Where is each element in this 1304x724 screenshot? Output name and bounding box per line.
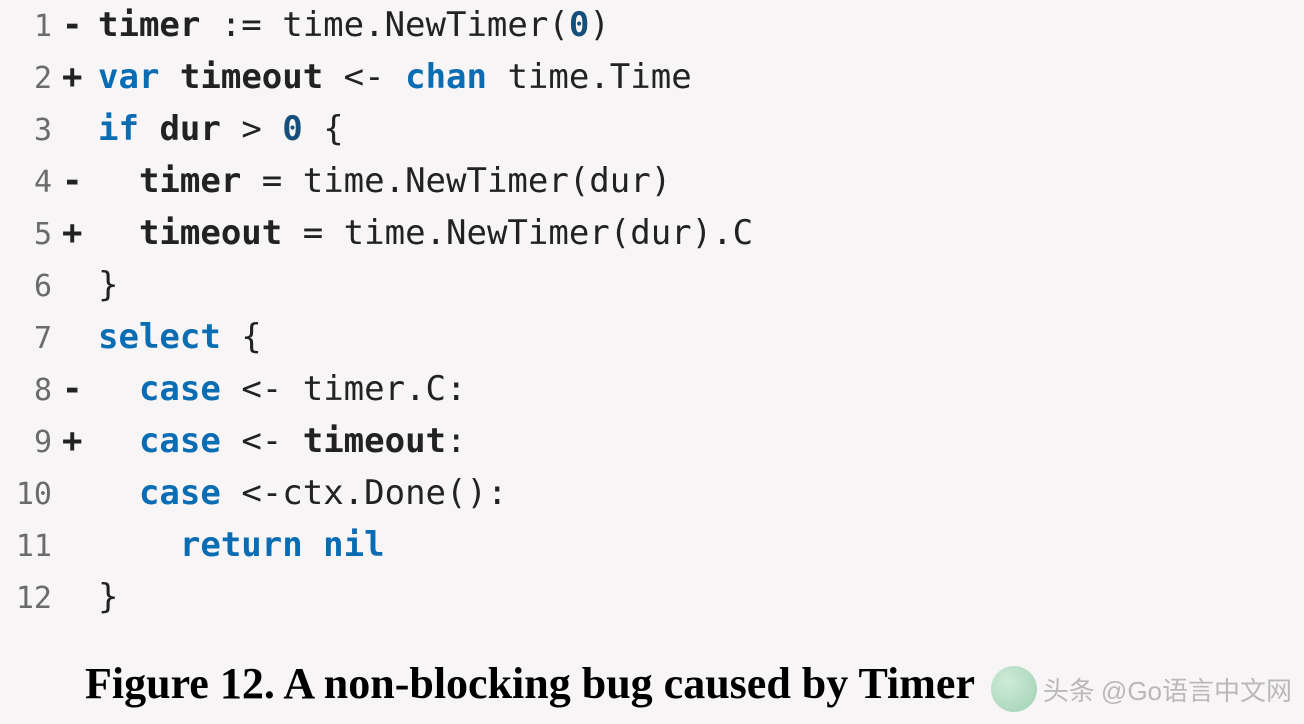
line-number: 9 — [0, 418, 62, 468]
code-line: 3 if dur > 0 { — [0, 104, 1304, 156]
code-content: case <- timeout: — [98, 416, 467, 466]
code-line: 7 select { — [0, 312, 1304, 364]
line-number: 7 — [0, 314, 62, 364]
code-line: 10 case <-ctx.Done(): — [0, 468, 1304, 520]
figure-caption: Figure 12. A non-blocking bug caused by … — [85, 658, 975, 709]
diff-marker — [62, 260, 98, 310]
watermark-logo-icon — [991, 666, 1037, 712]
diff-marker — [62, 520, 98, 570]
line-number: 3 — [0, 106, 62, 156]
line-number: 8 — [0, 366, 62, 416]
code-line: 1-timer := time.NewTimer(0) — [0, 0, 1304, 52]
code-content: case <-ctx.Done(): — [98, 468, 507, 518]
code-line: 12 } — [0, 572, 1304, 624]
diff-marker: - — [62, 364, 98, 414]
code-line: 6 } — [0, 260, 1304, 312]
code-line: 5+ timeout = time.NewTimer(dur).C — [0, 208, 1304, 260]
diff-marker: - — [62, 0, 98, 50]
watermark-text: @Go语言中文网 — [1101, 671, 1292, 708]
code-content: var timeout <- chan time.Time — [98, 52, 692, 102]
line-number: 10 — [0, 470, 62, 520]
code-line: 2+var timeout <- chan time.Time — [0, 52, 1304, 104]
diff-marker — [62, 468, 98, 518]
line-number: 4 — [0, 158, 62, 208]
code-line: 8- case <- timer.C: — [0, 364, 1304, 416]
code-content: timeout = time.NewTimer(dur).C — [98, 208, 753, 258]
code-content: if dur > 0 { — [98, 104, 344, 154]
code-content: timer := time.NewTimer(0) — [98, 0, 610, 50]
diff-marker — [62, 572, 98, 622]
diff-marker — [62, 104, 98, 154]
line-number: 5 — [0, 210, 62, 260]
watermark-prefix: 头条 — [1043, 671, 1095, 708]
code-line: 9+ case <- timeout: — [0, 416, 1304, 468]
line-number: 1 — [0, 2, 62, 52]
code-line: 11 return nil — [0, 520, 1304, 572]
diff-marker — [62, 312, 98, 362]
code-content: case <- timer.C: — [98, 364, 466, 414]
watermark: 头条 @Go语言中文网 — [991, 666, 1292, 712]
code-content: } — [98, 260, 118, 310]
diff-marker: - — [62, 156, 98, 206]
code-content: return nil — [98, 520, 385, 570]
diff-marker: + — [62, 416, 98, 466]
line-number: 2 — [0, 54, 62, 104]
line-number: 6 — [0, 262, 62, 312]
diff-marker: + — [62, 208, 98, 258]
code-content: timer = time.NewTimer(dur) — [98, 156, 671, 206]
diff-marker: + — [62, 52, 98, 102]
code-line: 4- timer = time.NewTimer(dur) — [0, 156, 1304, 208]
code-content: } — [98, 572, 118, 622]
line-number: 12 — [0, 574, 62, 624]
code-diff-block: 1-timer := time.NewTimer(0)2+var timeout… — [0, 0, 1304, 624]
line-number: 11 — [0, 522, 62, 572]
code-content: select { — [98, 312, 262, 362]
